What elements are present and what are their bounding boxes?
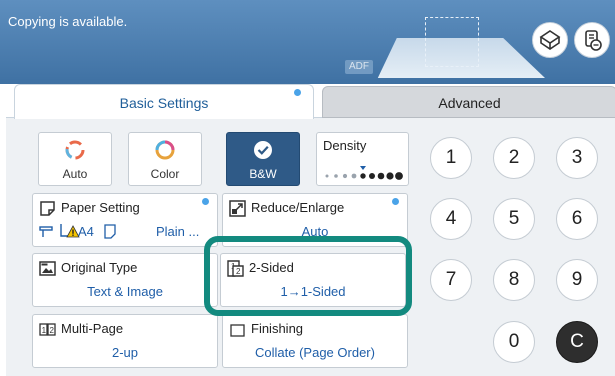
density-button[interactable]: Density (316, 132, 409, 186)
paper-type-value: Plain ... (156, 224, 200, 239)
density-dot (386, 172, 394, 180)
finishing-value: Collate (Page Order) (255, 345, 375, 360)
multi-page-icon: 1 2 (39, 323, 56, 336)
key-5[interactable]: 5 (493, 198, 535, 240)
key-9[interactable]: 9 (556, 259, 598, 301)
adf-label: ADF (345, 60, 373, 74)
tab-advanced[interactable]: Advanced (322, 86, 615, 118)
paper-size-value: A4 (78, 224, 94, 239)
density-dot (395, 172, 403, 180)
density-dot (377, 172, 385, 180)
changed-indicator-dot (392, 198, 399, 205)
status-message: Copying is available. (8, 14, 128, 29)
paper-orientation-icon (104, 224, 116, 239)
highlight-frame (204, 236, 412, 316)
density-level-marker (360, 166, 366, 170)
density-dot (360, 173, 366, 179)
checkmark-icon (254, 141, 272, 159)
color-mode-bw-label: B&W (249, 167, 277, 181)
multi-page-card[interactable]: 1 2 Multi-Page 2-up (32, 314, 218, 368)
reduce-enlarge-title: Reduce/Enlarge (251, 200, 345, 215)
paper-setting-values: A4 Plain ... (39, 222, 225, 242)
original-type-card[interactable]: Original Type Text & Image (32, 253, 218, 307)
tab-advanced-label: Advanced (438, 95, 501, 111)
color-mode-color-button[interactable]: Color (128, 132, 202, 186)
key-3[interactable]: 3 (556, 137, 598, 179)
multi-page-title: Multi-Page (61, 321, 124, 336)
density-dot (325, 174, 329, 178)
density-dot (342, 173, 348, 179)
paper-setting-card[interactable]: Paper Setting A4 Plain ... (32, 193, 218, 247)
color-ring-icon (155, 140, 175, 160)
document-info-button[interactable] (574, 22, 610, 58)
key-8[interactable]: 8 (493, 259, 535, 301)
key-0[interactable]: 0 (493, 321, 535, 363)
key-1[interactable]: 1 (430, 137, 472, 179)
color-mode-bw-button[interactable]: B&W (226, 132, 300, 186)
image-icon (39, 261, 56, 276)
paper-setting-title: Paper Setting (61, 200, 140, 215)
multi-page-value: 2-up (111, 345, 139, 360)
density-scale (325, 166, 403, 180)
preset-button[interactable] (532, 22, 568, 58)
svg-text:1: 1 (42, 326, 47, 335)
original-type-title: Original Type (61, 260, 138, 275)
key-4[interactable]: 4 (430, 198, 472, 240)
color-mode-auto-button[interactable]: Auto (38, 132, 112, 186)
density-dot (351, 173, 357, 179)
clear-button[interactable]: C (556, 321, 598, 363)
svg-text:2: 2 (50, 326, 55, 335)
resize-icon (229, 200, 246, 217)
tab-basic-settings[interactable]: Basic Settings (14, 84, 314, 119)
key-2[interactable]: 2 (493, 137, 535, 179)
color-mode-auto-label: Auto (62, 167, 88, 181)
changed-indicator-dot (294, 89, 301, 96)
density-dot (369, 173, 375, 179)
changed-indicator-dot (202, 198, 209, 205)
document-icon (585, 30, 602, 51)
key-7[interactable]: 7 (430, 259, 472, 301)
density-dot (334, 174, 338, 178)
auto-color-icon (65, 140, 85, 160)
scanner-glass-outline (425, 17, 479, 67)
copy-screen: Copying is available. ADF Basic Settings… (0, 0, 615, 376)
finishing-card[interactable]: Finishing Collate (Page Order) (222, 314, 408, 368)
paper-tray-icon (39, 226, 53, 237)
original-type-value: Text & Image (87, 284, 163, 299)
key-6[interactable]: 6 (556, 198, 598, 240)
color-mode-color-label: Color (150, 167, 180, 181)
tab-basic-settings-label: Basic Settings (119, 95, 209, 111)
density-label: Density (323, 138, 367, 153)
paper-icon (40, 201, 55, 216)
finishing-title: Finishing (251, 321, 304, 336)
preset-icon (539, 30, 561, 50)
finishing-icon (230, 324, 245, 337)
